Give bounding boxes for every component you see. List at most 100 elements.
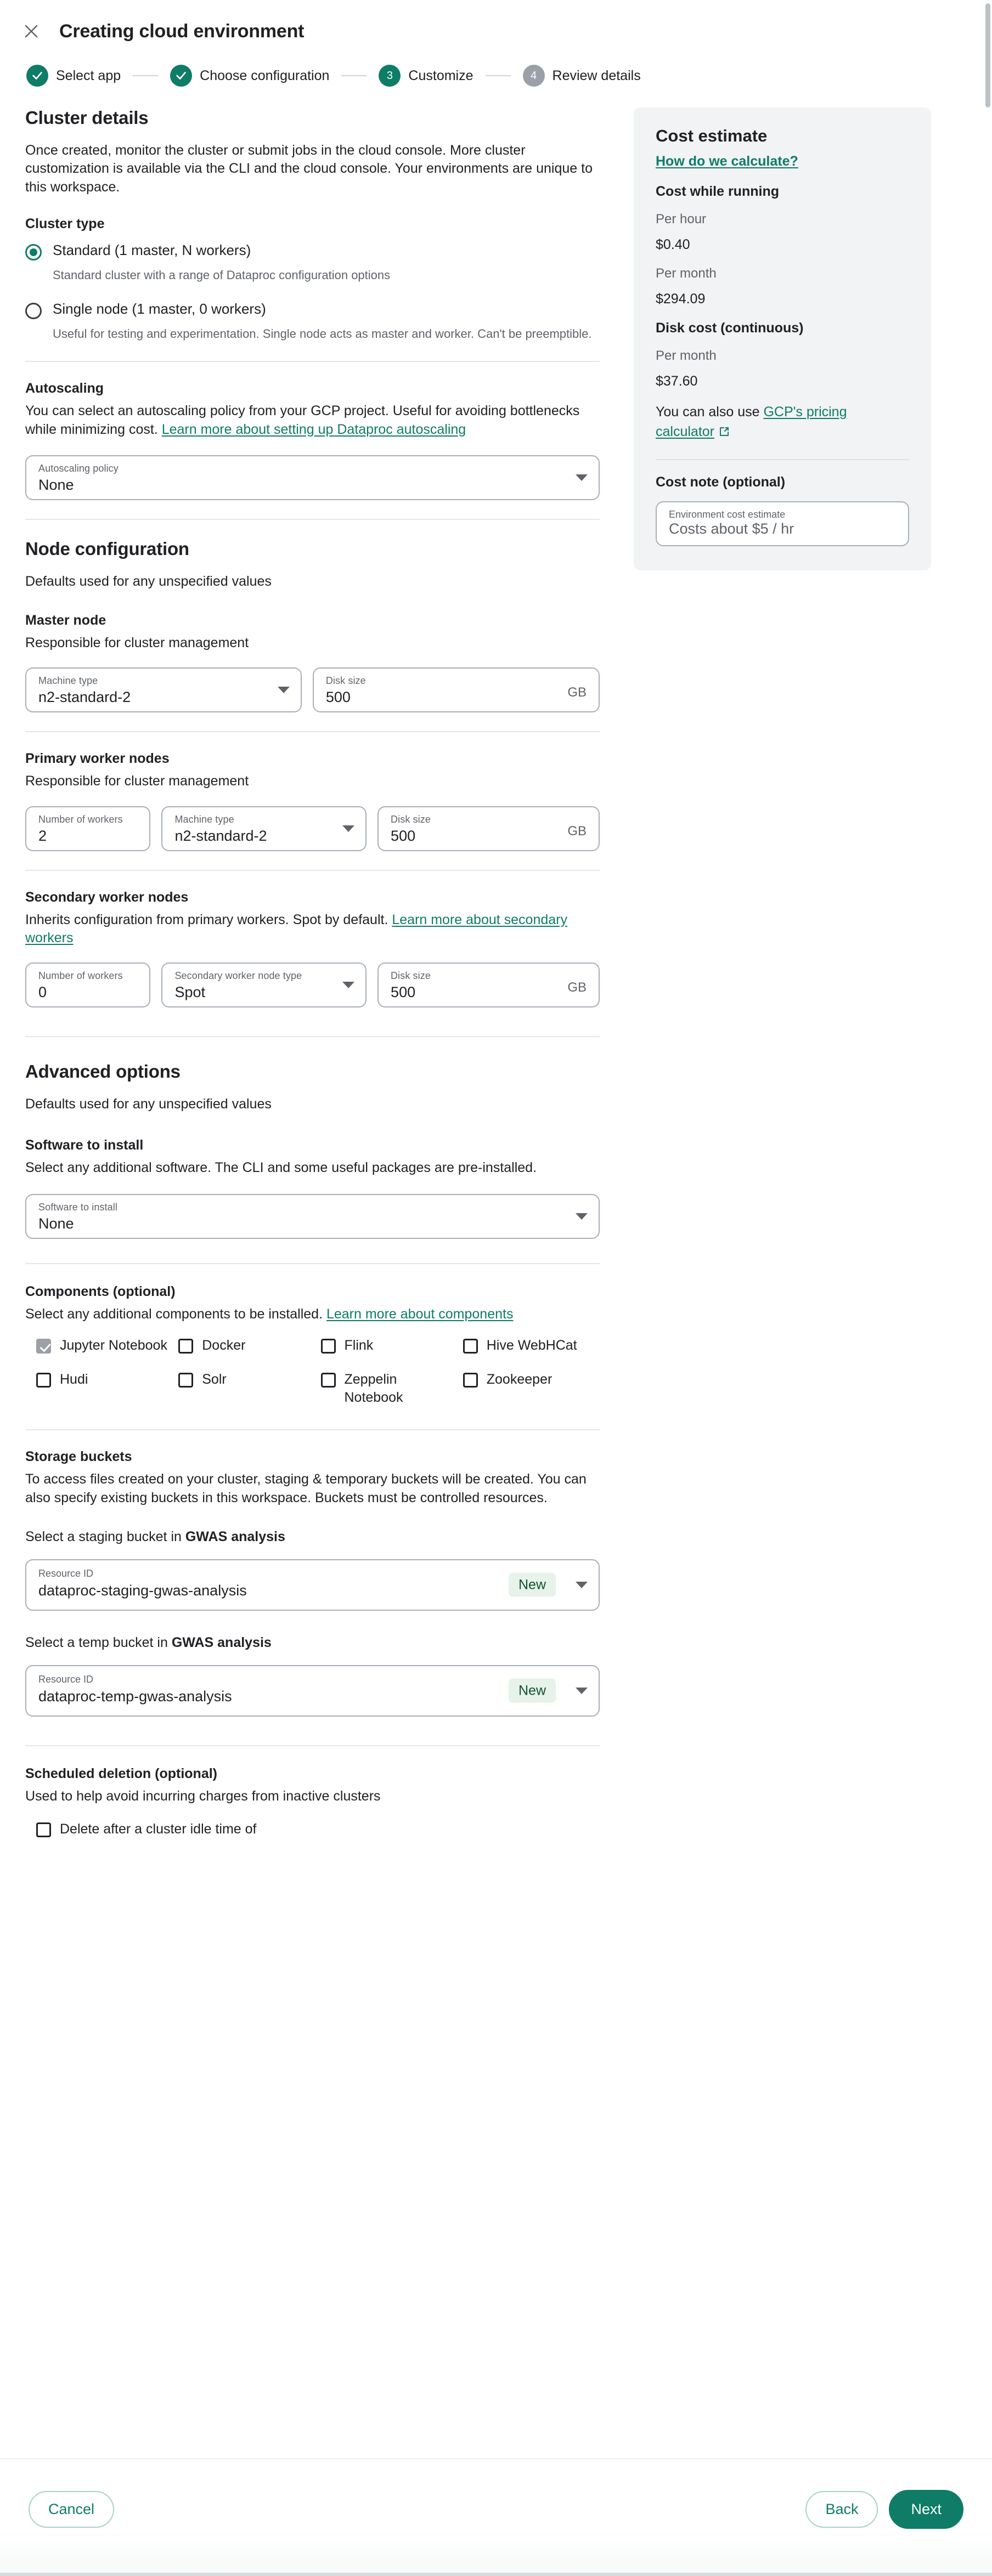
radio-icon[interactable]	[25, 244, 42, 261]
primary-number-of-workers-input[interactable]: Number of workers 2	[25, 806, 151, 851]
checkbox-icon[interactable]	[178, 1373, 194, 1388]
staging-bucket-select[interactable]: Resource ID dataproc-staging-gwas-analys…	[25, 1559, 600, 1611]
field-value: 500	[325, 689, 351, 706]
storage-buckets-description: To access files created on your cluster,…	[25, 1471, 587, 1505]
check-icon	[26, 65, 48, 87]
checkbox-icon[interactable]	[36, 1338, 51, 1354]
checkbox-zookeeper[interactable]: Zookeeper	[463, 1371, 600, 1406]
scheduled-deletion-description: Used to help avoid incurring charges fro…	[25, 1788, 381, 1804]
back-button[interactable]: Back	[805, 2491, 878, 2528]
how-do-we-calculate-link[interactable]: How do we calculate?	[656, 154, 798, 169]
checkbox-icon[interactable]	[463, 1373, 478, 1388]
radio-icon[interactable]	[25, 302, 42, 319]
master-machine-type-select[interactable]: Machine type n2-standard-2	[25, 667, 302, 713]
cost-estimate-column: Cost estimate How do we calculate? Cost …	[634, 107, 963, 570]
field-value: dataproc-staging-gwas-analysis	[38, 1582, 247, 1599]
radio-option-single-node[interactable]: Single node (1 master, 0 workers)	[25, 301, 600, 319]
close-icon[interactable]	[20, 20, 43, 43]
secondary-number-of-workers-input[interactable]: Number of workers 0	[25, 963, 151, 1008]
footer-right-buttons: Back Next	[805, 2490, 963, 2529]
components-learn-more-link[interactable]: Learn more about components	[326, 1306, 514, 1322]
checkbox-delete-after-idle[interactable]: Delete after a cluster idle time of	[25, 1820, 600, 1838]
checkbox-flink[interactable]: Flink	[320, 1337, 458, 1355]
chevron-down-icon	[576, 1582, 588, 1589]
scrollbar-thumb[interactable]	[985, 3, 990, 107]
step-label: Customize	[408, 67, 474, 83]
next-button[interactable]: Next	[889, 2490, 963, 2529]
secondary-worker-nodes-description: Inherits configuration from primary work…	[25, 911, 600, 948]
advanced-options-title: Advanced options	[25, 1061, 181, 1082]
checkbox-icon[interactable]	[178, 1338, 194, 1354]
components-title: Components (optional)	[25, 1283, 176, 1299]
external-link-icon	[718, 424, 731, 444]
checkbox-icon[interactable]	[320, 1373, 336, 1388]
dialog-body: Cluster details Once created, monitor th…	[0, 87, 992, 1838]
temp-bucket-prompt-text: Select a temp bucket in	[25, 1635, 172, 1651]
checkbox-hive-webhcat[interactable]: Hive WebHCat	[463, 1337, 600, 1355]
divider	[25, 869, 600, 871]
primary-disk-size-input[interactable]: Disk size 500 GB	[377, 806, 600, 851]
window-bottom-edge	[0, 2573, 992, 2576]
secondary-disk-size-input[interactable]: Disk size 500 GB	[377, 963, 600, 1008]
checkbox-label: Hudi	[60, 1372, 88, 1388]
step-label: Review details	[552, 67, 641, 83]
cost-estimate-title: Cost estimate	[656, 126, 768, 145]
divider	[25, 361, 600, 363]
secondary-worker-nodes-title: Secondary worker nodes	[25, 889, 189, 905]
secondary-worker-description-text: Inherits configuration from primary work…	[25, 911, 392, 927]
primary-machine-type-select[interactable]: Machine type n2-standard-2	[161, 806, 367, 851]
per-month-label: Per month	[656, 266, 717, 281]
checkbox-icon[interactable]	[463, 1338, 478, 1354]
step-customize[interactable]: 3 Customize	[379, 65, 474, 87]
step-number: 4	[522, 65, 545, 87]
step-choose-configuration[interactable]: Choose configuration	[170, 65, 329, 87]
divider	[25, 1429, 600, 1431]
checkbox-jupyter-notebook[interactable]: Jupyter Notebook	[36, 1337, 173, 1355]
per-month-value: $294.09	[656, 291, 706, 307]
temp-bucket-workspace-name: GWAS analysis	[171, 1635, 272, 1651]
checkbox-zeppelin-notebook[interactable]: Zeppelin Notebook	[320, 1371, 458, 1406]
divider	[25, 1262, 600, 1264]
step-number: 3	[379, 65, 401, 87]
secondary-node-type-select[interactable]: Secondary worker node type Spot	[161, 963, 367, 1008]
step-select-app[interactable]: Select app	[26, 65, 121, 87]
status-badge: New	[508, 1572, 556, 1597]
field-label: Secondary worker node type	[174, 970, 302, 982]
chevron-down-icon	[342, 825, 355, 832]
step-separator	[341, 75, 367, 76]
components-description: Select any additional components to be i…	[25, 1305, 600, 1323]
field-label: Resource ID	[38, 1568, 94, 1579]
autoscaling-policy-select[interactable]: Autoscaling policy None	[25, 455, 600, 500]
create-cloud-environment-dialog: Creating cloud environment Select app Ch…	[0, 0, 992, 2576]
cost-note-input[interactable]: Environment cost estimate Costs about $5…	[656, 501, 909, 546]
storage-buckets-title: Storage buckets	[25, 1449, 132, 1465]
software-to-install-select[interactable]: Software to install None	[25, 1193, 600, 1239]
disk-per-month-value: $37.60	[656, 373, 698, 389]
autoscaling-learn-more-link[interactable]: Learn more about setting up Dataproc aut…	[162, 422, 466, 437]
checkbox-icon[interactable]	[320, 1338, 336, 1354]
components-description-text: Select any additional components to be i…	[25, 1306, 326, 1322]
primary-worker-fields: Number of workers 2 Machine type n2-stan…	[25, 806, 600, 851]
radio-label: Single node (1 master, 0 workers)	[53, 300, 266, 317]
secondary-worker-fields: Number of workers 0 Secondary worker nod…	[25, 963, 600, 1008]
checkbox-solr[interactable]: Solr	[178, 1371, 315, 1406]
checkbox-hudi[interactable]: Hudi	[36, 1371, 173, 1406]
field-label: Number of workers	[38, 813, 123, 825]
temp-bucket-prompt: Select a temp bucket in GWAS analysis	[25, 1634, 600, 1652]
radio-description: Standard cluster with a range of Datapro…	[53, 268, 391, 282]
radio-label: Standard (1 master, N workers)	[53, 241, 251, 258]
radio-option-standard[interactable]: Standard (1 master, N workers)	[25, 242, 600, 261]
checkbox-docker[interactable]: Docker	[178, 1337, 315, 1355]
cancel-button[interactable]: Cancel	[29, 2491, 115, 2528]
temp-bucket-select[interactable]: Resource ID dataproc-temp-gwas-analysis …	[25, 1665, 600, 1717]
divider	[25, 1036, 600, 1038]
staging-bucket-prompt-text: Select a staging bucket in	[25, 1528, 185, 1544]
divider	[25, 518, 600, 520]
checkbox-icon[interactable]	[36, 1822, 51, 1837]
checkbox-icon[interactable]	[36, 1373, 51, 1388]
step-review-details[interactable]: 4 Review details	[522, 65, 641, 87]
cost-while-running-title: Cost while running	[656, 184, 779, 199]
master-disk-size-input[interactable]: Disk size 500 GB	[312, 667, 600, 713]
step-separator	[133, 75, 159, 76]
field-value: None	[38, 1215, 74, 1232]
